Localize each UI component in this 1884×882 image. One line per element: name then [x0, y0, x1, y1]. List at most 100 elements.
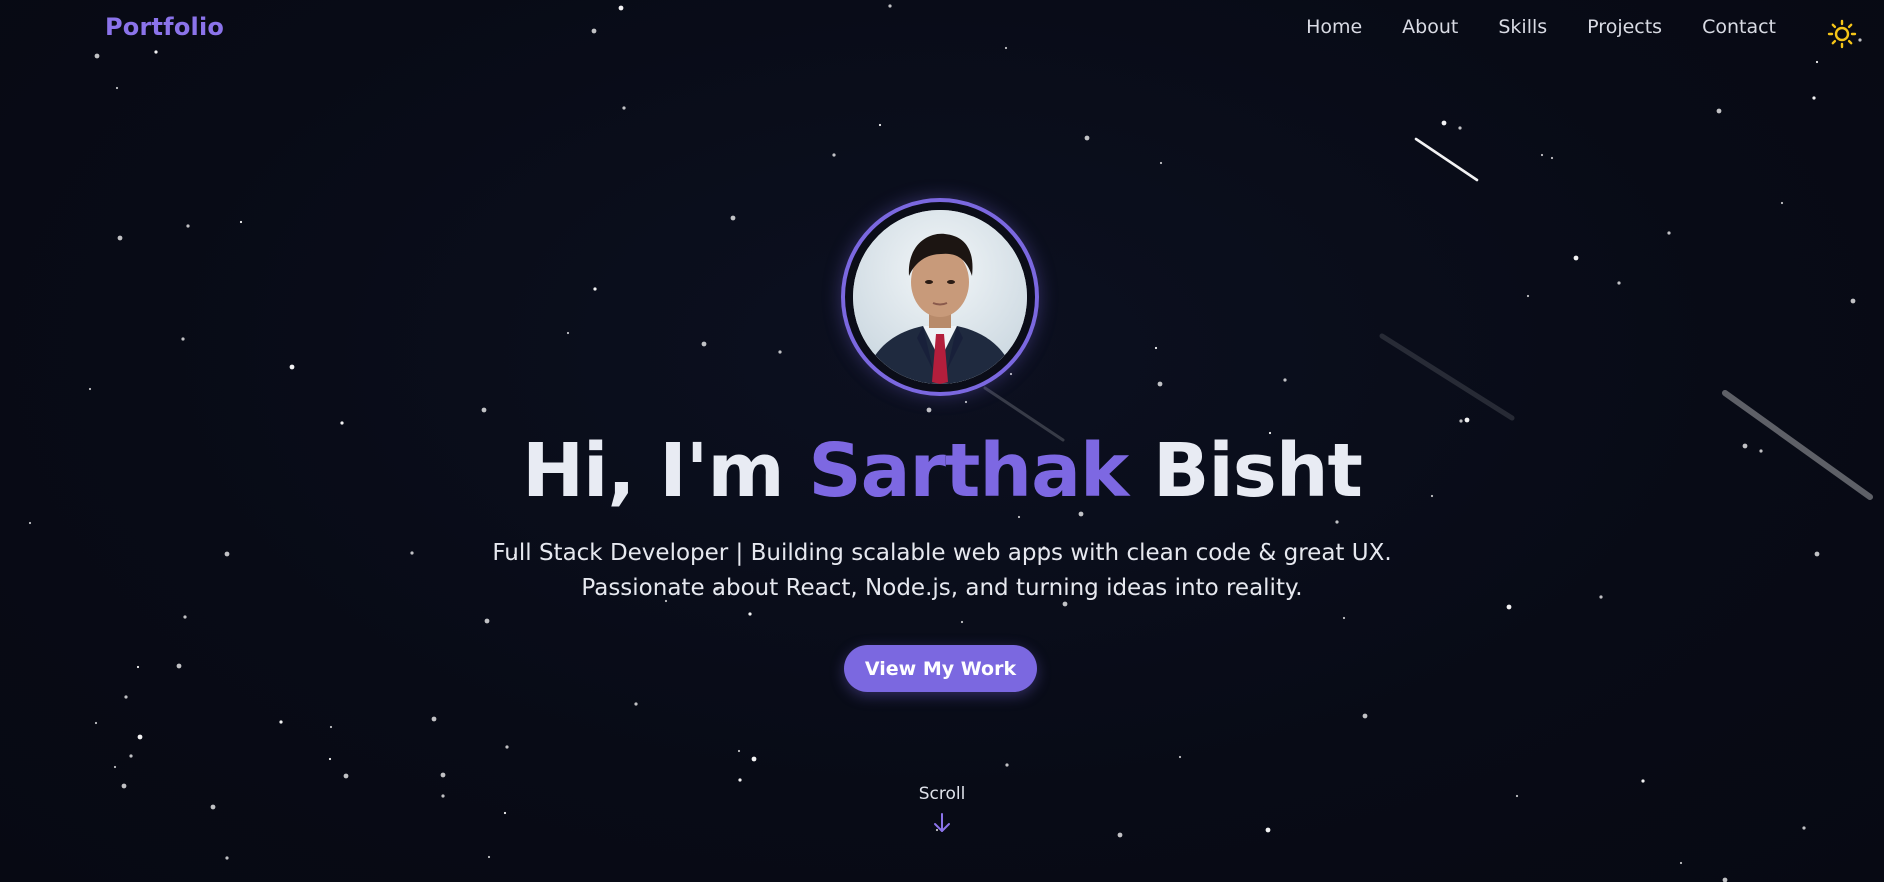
star — [1159, 161, 1163, 165]
star — [225, 856, 229, 860]
scroll-label: Scroll — [918, 784, 966, 804]
star — [481, 407, 487, 413]
star — [1506, 604, 1512, 610]
star — [1599, 595, 1603, 599]
star — [1117, 832, 1123, 838]
star — [1526, 294, 1530, 298]
star — [1573, 255, 1579, 261]
star — [224, 551, 230, 557]
star — [186, 224, 190, 228]
nav-link-projects[interactable]: Projects — [1587, 16, 1662, 38]
nav-link-home[interactable]: Home — [1306, 16, 1362, 38]
star — [440, 772, 446, 778]
star — [121, 783, 127, 789]
star — [1802, 826, 1806, 830]
star — [748, 612, 752, 616]
star — [1342, 616, 1346, 620]
star — [410, 551, 414, 555]
star — [1458, 126, 1462, 130]
star — [1617, 281, 1621, 285]
star — [566, 331, 570, 335]
star — [505, 745, 509, 749]
star — [183, 615, 187, 619]
star — [1017, 515, 1021, 519]
star — [751, 756, 757, 762]
star — [1084, 135, 1090, 141]
star — [1550, 156, 1554, 160]
star — [441, 794, 445, 798]
arrow-down-icon — [934, 813, 950, 832]
star — [622, 106, 626, 110]
star — [738, 778, 742, 782]
nav-link-skills[interactable]: Skills — [1498, 16, 1547, 38]
star — [1722, 877, 1728, 882]
star — [1178, 755, 1182, 759]
star — [878, 123, 882, 127]
avatar — [853, 210, 1027, 384]
star — [1515, 794, 1519, 798]
star — [176, 663, 182, 669]
theme-toggle-button[interactable] — [1826, 18, 1858, 50]
star — [124, 695, 128, 699]
hero-last-name: Bisht — [1153, 428, 1363, 514]
star — [1005, 763, 1009, 767]
star — [94, 721, 98, 725]
star — [136, 665, 140, 669]
scroll-indicator[interactable]: Scroll — [892, 784, 992, 834]
star — [328, 757, 332, 761]
star — [926, 407, 932, 413]
star — [1815, 60, 1819, 64]
star — [634, 702, 638, 706]
star — [1265, 827, 1271, 833]
star — [1814, 551, 1820, 557]
star — [1667, 231, 1671, 235]
star — [964, 400, 968, 404]
star — [1009, 372, 1013, 376]
profile-photo — [853, 210, 1027, 384]
nav-link-contact[interactable]: Contact — [1702, 16, 1776, 38]
star — [115, 86, 119, 90]
star — [730, 215, 736, 221]
star — [960, 620, 964, 624]
star — [1157, 381, 1163, 387]
hero-greeting: Hi, I'm — [522, 428, 784, 514]
star — [181, 337, 185, 341]
star — [210, 804, 216, 810]
star — [1850, 298, 1856, 304]
star — [1283, 378, 1287, 382]
star — [1780, 201, 1784, 205]
star — [129, 754, 133, 758]
star — [329, 725, 333, 729]
star — [1812, 96, 1816, 100]
view-my-work-button[interactable]: View My Work — [844, 645, 1037, 692]
star — [484, 618, 490, 624]
nav-links: Home About Skills Projects Contact — [1306, 16, 1776, 38]
star — [832, 153, 836, 157]
hero-subtitle: Full Stack Developer | Building scalable… — [492, 540, 1392, 601]
star — [1464, 417, 1470, 423]
star — [593, 287, 597, 291]
star — [431, 716, 437, 722]
star — [28, 521, 32, 525]
star — [1362, 713, 1368, 719]
star — [239, 220, 243, 224]
star — [289, 364, 295, 370]
hero-page: Portfolio Home About Skills Projects Con… — [0, 0, 1884, 882]
navbar: Portfolio Home About Skills Projects Con… — [0, 0, 1884, 60]
nav-link-about[interactable]: About — [1402, 16, 1458, 38]
star — [1459, 419, 1463, 423]
star — [113, 765, 117, 769]
brand-logo[interactable]: Portfolio — [105, 13, 224, 41]
star — [701, 341, 707, 347]
star — [1154, 346, 1158, 350]
star — [778, 350, 782, 354]
star — [1716, 108, 1722, 114]
star — [1679, 861, 1683, 865]
star — [340, 421, 344, 425]
star — [117, 235, 123, 241]
sun-icon — [1827, 19, 1857, 49]
star — [88, 387, 92, 391]
hero-first-name: Sarthak — [808, 428, 1129, 514]
shooting-star — [1379, 333, 1515, 421]
shooting-star — [1414, 137, 1479, 182]
